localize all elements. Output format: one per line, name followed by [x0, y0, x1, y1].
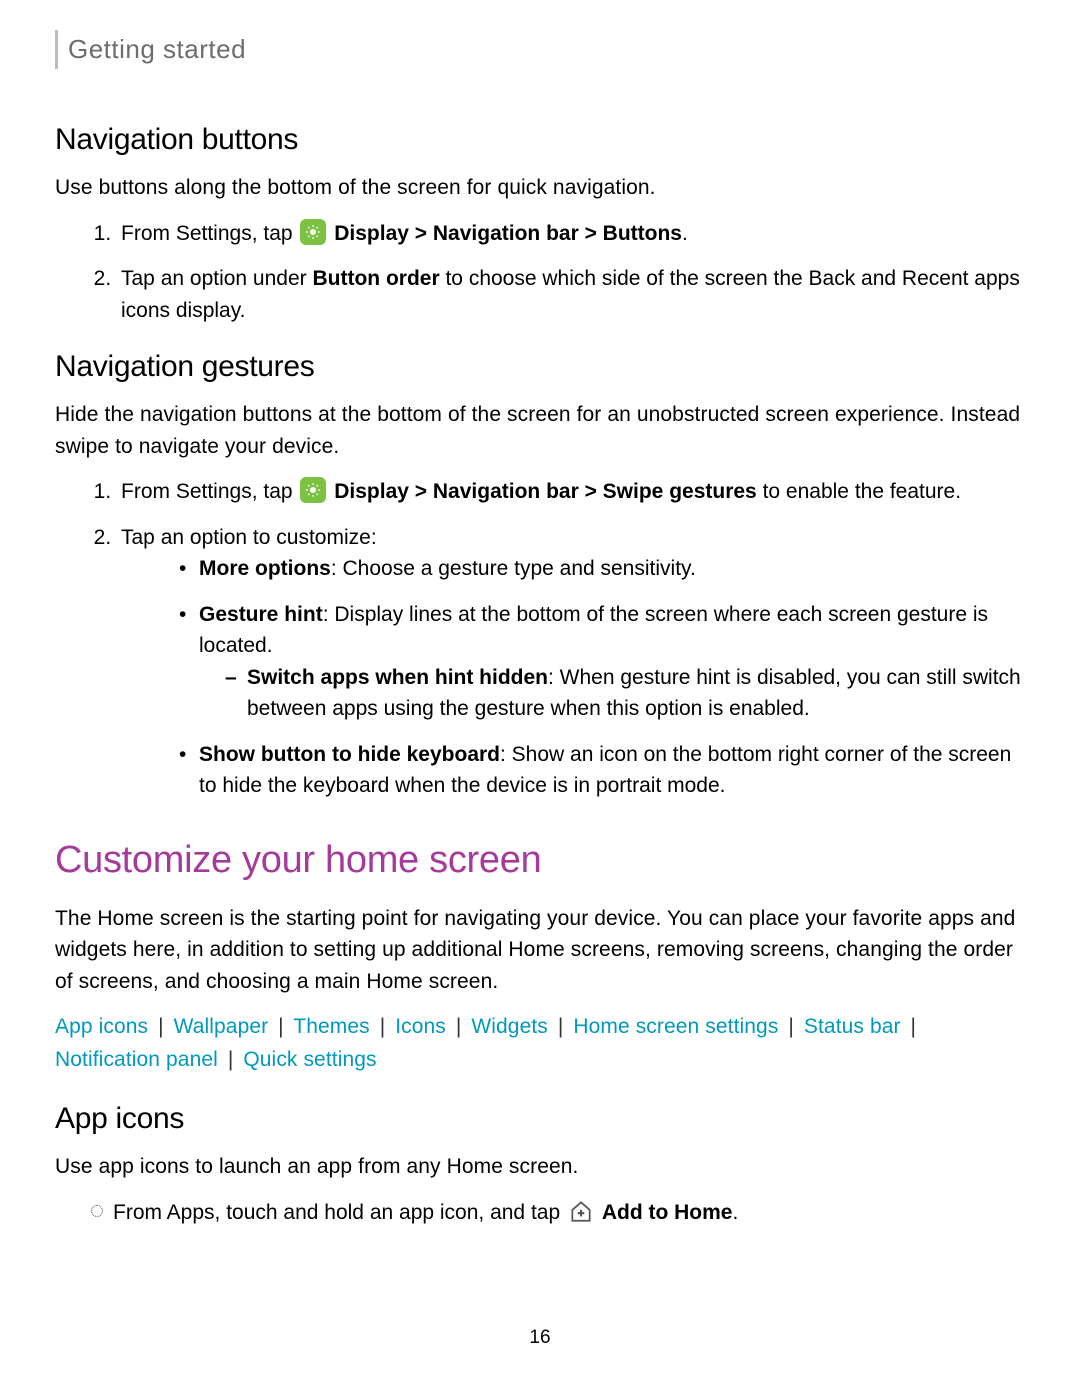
- list-item: Gesture hint: Display lines at the botto…: [193, 599, 1025, 725]
- heading-customize-home: Customize your home screen: [55, 832, 1025, 889]
- nav-gestures-intro: Hide the navigation buttons at the botto…: [55, 399, 1025, 462]
- list-item: From Apps, touch and hold an app icon, a…: [113, 1197, 1025, 1229]
- link-notification-panel[interactable]: Notification panel: [55, 1048, 218, 1071]
- separator: |: [228, 1048, 234, 1071]
- link-icons[interactable]: Icons: [395, 1015, 446, 1038]
- text-bold: Add to Home: [602, 1201, 733, 1224]
- display-icon: [300, 477, 326, 503]
- link-widgets[interactable]: Widgets: [471, 1015, 548, 1038]
- list-item: From Settings, tap Display > Navigation …: [117, 218, 1025, 250]
- heading-app-icons: App icons: [55, 1096, 1025, 1141]
- separator: |: [911, 1015, 917, 1038]
- separator: |: [278, 1015, 284, 1038]
- text: to enable the feature.: [757, 480, 961, 503]
- separator: |: [158, 1015, 164, 1038]
- list-item: Tap an option under Button order to choo…: [117, 263, 1025, 326]
- text-bold: Display > Navigation bar > Buttons: [334, 222, 682, 245]
- nav-gestures-steps: From Settings, tap Display > Navigation …: [55, 476, 1025, 802]
- link-wallpaper[interactable]: Wallpaper: [174, 1015, 269, 1038]
- heading-navigation-gestures: Navigation gestures: [55, 344, 1025, 389]
- add-to-home-icon: [568, 1198, 594, 1224]
- separator: |: [380, 1015, 386, 1038]
- link-quick-settings[interactable]: Quick settings: [243, 1048, 376, 1071]
- link-status-bar[interactable]: Status bar: [804, 1015, 901, 1038]
- breadcrumb: Getting started: [55, 30, 1025, 69]
- text-bold: Display > Navigation bar > Swipe gesture…: [334, 480, 756, 503]
- text: .: [732, 1201, 738, 1224]
- text-bold: Button order: [312, 267, 439, 290]
- text: .: [682, 222, 688, 245]
- app-icons-intro: Use app icons to launch an app from any …: [55, 1151, 1025, 1183]
- customize-intro: The Home screen is the starting point fo…: [55, 903, 1025, 998]
- link-themes[interactable]: Themes: [293, 1015, 369, 1038]
- nav-buttons-intro: Use buttons along the bottom of the scre…: [55, 172, 1025, 204]
- text: From Apps, touch and hold an app icon, a…: [113, 1201, 566, 1224]
- text: Tap an option under: [121, 267, 312, 290]
- text: Tap an option to customize:: [121, 526, 377, 549]
- link-app-icons[interactable]: App icons: [55, 1015, 148, 1038]
- list-item: Switch apps when hint hidden: When gestu…: [247, 662, 1025, 725]
- gesture-options: More options: Choose a gesture type and …: [121, 553, 1025, 802]
- text-bold: Switch apps when hint hidden: [247, 666, 548, 689]
- separator: |: [788, 1015, 794, 1038]
- gesture-hint-sub: Switch apps when hint hidden: When gestu…: [199, 662, 1025, 725]
- text: From Settings, tap: [121, 222, 298, 245]
- list-item: More options: Choose a gesture type and …: [193, 553, 1025, 585]
- text-bold: More options: [199, 557, 331, 580]
- text-bold: Show button to hide keyboard: [199, 743, 500, 766]
- app-icons-steps: From Apps, touch and hold an app icon, a…: [55, 1197, 1025, 1229]
- text: From Settings, tap: [121, 480, 298, 503]
- separator: |: [456, 1015, 462, 1038]
- text-bold: Gesture hint: [199, 603, 323, 626]
- display-icon: [300, 219, 326, 245]
- link-home-screen-settings[interactable]: Home screen settings: [573, 1015, 778, 1038]
- separator: |: [558, 1015, 564, 1038]
- nav-buttons-steps: From Settings, tap Display > Navigation …: [55, 218, 1025, 327]
- list-item: Tap an option to customize: More options…: [117, 522, 1025, 802]
- page-number: 16: [55, 1324, 1025, 1353]
- list-item: Show button to hide keyboard: Show an ic…: [193, 739, 1025, 802]
- text: : Choose a gesture type and sensitivity.: [331, 557, 696, 580]
- customize-links: App icons | Wallpaper | Themes | Icons |…: [55, 1011, 1025, 1076]
- list-item: From Settings, tap Display > Navigation …: [117, 476, 1025, 508]
- heading-navigation-buttons: Navigation buttons: [55, 117, 1025, 162]
